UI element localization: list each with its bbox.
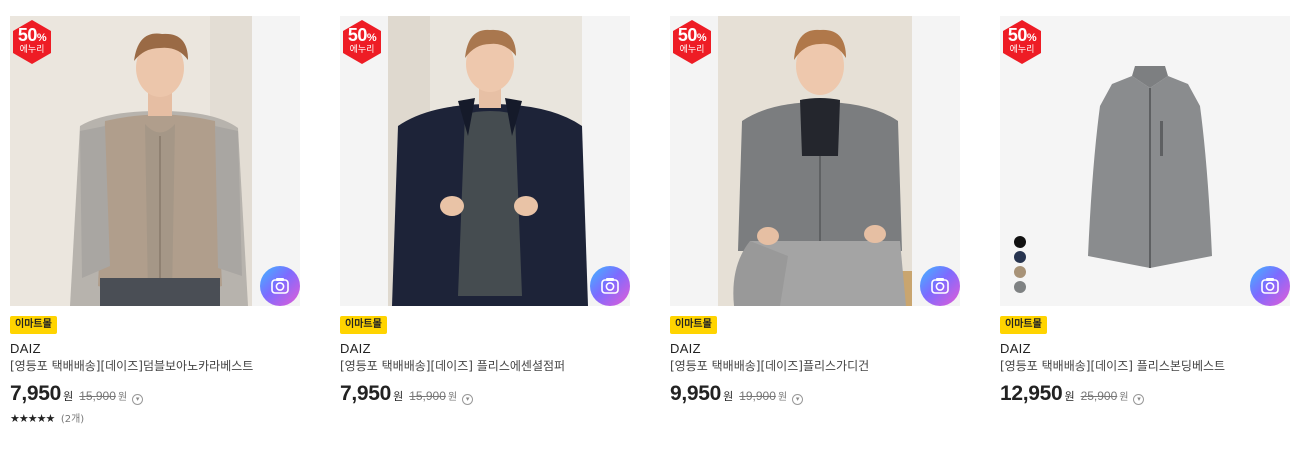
product-title[interactable]: [영등포 택배배송][데이즈] 플리스본딩베스트 <box>1000 358 1290 374</box>
info-circle-icon[interactable]: ▾ <box>462 394 474 405</box>
camera-icon <box>931 278 949 294</box>
product-card[interactable]: 50% 에누리 이마트몰 DAIZ [영등포 택배배송][데이즈]덤블보아노카라… <box>10 16 300 436</box>
camera-search-button[interactable] <box>920 266 960 306</box>
price-row: 7,950 원 15,900 원 ▾ <box>340 382 474 408</box>
original-price: 19,900 <box>739 389 776 403</box>
product-image[interactable]: 50% 에누리 <box>10 16 300 306</box>
price-unit: 원 <box>1064 390 1075 403</box>
info-circle-icon[interactable]: ▾ <box>792 394 804 405</box>
mall-tag: 이마트몰 <box>340 316 387 334</box>
mall-tag: 이마트몰 <box>1000 316 1047 334</box>
camera-icon <box>1261 278 1279 294</box>
product-title[interactable]: [영등포 택배배송][데이즈] 플리스에센셜점퍼 <box>340 358 630 374</box>
brand-name[interactable]: DAIZ <box>10 341 41 356</box>
camera-icon <box>271 278 289 294</box>
rating: ★★★★★ (2개) <box>10 410 84 425</box>
info-circle-icon[interactable]: ▾ <box>1133 394 1145 405</box>
sale-price: 7,950 <box>10 382 62 405</box>
original-price-unit: 원 <box>1119 392 1129 403</box>
star-rating: ★★★★★ <box>10 412 55 425</box>
original-price: 15,900 <box>79 389 116 403</box>
price-row: 12,950 원 25,900 원 ▾ <box>1000 382 1145 408</box>
product-image[interactable]: 50% 에누리 <box>340 16 630 306</box>
sale-price: 9,950 <box>670 382 722 405</box>
product-card[interactable]: 50% 에누리 이마트몰 DAIZ [영등포 택배배송][데이즈]플리스가디건 … <box>670 16 960 436</box>
sale-price: 12,950 <box>1000 382 1063 405</box>
product-image[interactable]: 50% 에누리 <box>1000 16 1290 306</box>
price-row: 7,950 원 15,900 원 ▾ <box>10 382 144 408</box>
product-title[interactable]: [영등포 택배배송][데이즈]덤블보아노카라베스트 <box>10 358 300 374</box>
info-circle-icon[interactable]: ▾ <box>132 394 144 405</box>
original-price-unit: 원 <box>777 392 788 403</box>
color-swatches <box>1014 236 1028 296</box>
discount-badge: 50% 에누리 <box>670 20 714 64</box>
mall-tag: 이마트몰 <box>670 316 717 334</box>
discount-label: 에누리 <box>1009 45 1035 55</box>
mall-tag: 이마트몰 <box>10 316 57 334</box>
camera-search-button[interactable] <box>260 266 300 306</box>
price-unit: 원 <box>393 390 404 403</box>
product-grid: 50% 에누리 이마트몰 DAIZ [영등포 택배배송][데이즈]덤블보아노카라… <box>10 16 1300 436</box>
discount-badge: 50% 에누리 <box>1000 20 1044 64</box>
price-unit: 원 <box>63 390 74 403</box>
discount-badge: 50% 에누리 <box>10 20 54 64</box>
brand-name[interactable]: DAIZ <box>1000 341 1031 356</box>
price-row: 9,950 원 19,900 원 ▾ <box>670 382 804 408</box>
product-card[interactable]: 50% 에누리 이마트몰 DAIZ [영등포 택배배송][데이즈] 플리스에센셜… <box>340 16 630 436</box>
color-swatch-beige[interactable] <box>1014 266 1026 278</box>
camera-icon <box>601 278 619 294</box>
product-card[interactable]: 50% 에누리 이마트몰 DAIZ [영등포 택배배송][데이즈] 플리스본딩베… <box>1000 16 1290 436</box>
color-swatch-navy[interactable] <box>1014 251 1026 263</box>
color-swatch-black[interactable] <box>1014 236 1026 248</box>
price-unit: 원 <box>723 390 734 403</box>
product-image[interactable]: 50% 에누리 <box>670 16 960 306</box>
brand-name[interactable]: DAIZ <box>340 341 371 356</box>
discount-label: 에누리 <box>349 45 375 55</box>
sale-price: 7,950 <box>340 382 392 405</box>
review-count[interactable]: (2개) <box>61 414 84 425</box>
discount-label: 에누리 <box>679 45 705 55</box>
camera-search-button[interactable] <box>1250 266 1290 306</box>
original-price-unit: 원 <box>117 392 128 403</box>
camera-search-button[interactable] <box>590 266 630 306</box>
discount-label: 에누리 <box>19 45 45 55</box>
color-swatch-grey[interactable] <box>1014 281 1026 293</box>
original-price-unit: 원 <box>447 392 458 403</box>
original-price: 25,900 <box>1080 389 1118 403</box>
brand-name[interactable]: DAIZ <box>670 341 701 356</box>
product-title[interactable]: [영등포 택배배송][데이즈]플리스가디건 <box>670 358 960 374</box>
original-price: 15,900 <box>409 389 446 403</box>
discount-badge: 50% 에누리 <box>340 20 384 64</box>
